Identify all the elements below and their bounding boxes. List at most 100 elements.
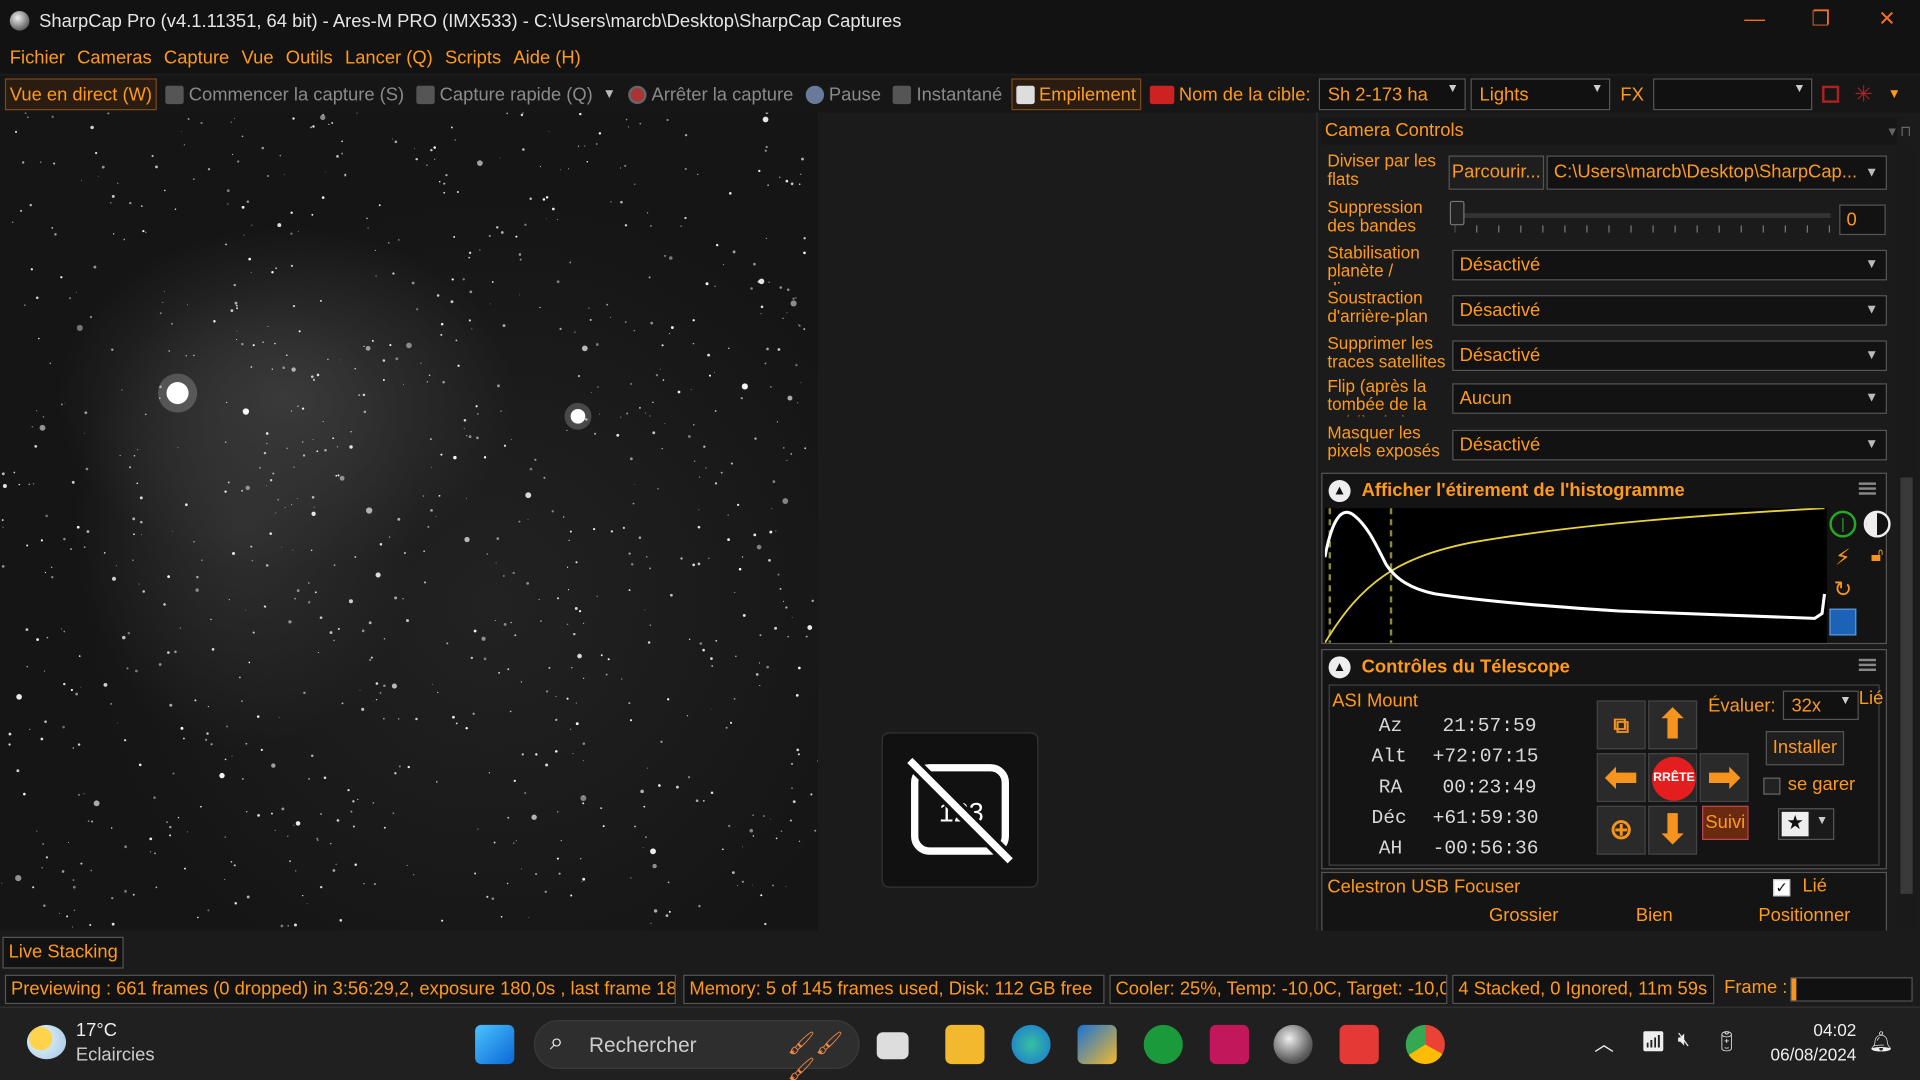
stabilisation-select[interactable]: Désactivé ▼ (1452, 249, 1887, 281)
battery-icon[interactable]: 🔋︎ (1714, 1030, 1739, 1054)
menu-outils[interactable]: Outils (286, 47, 333, 68)
toolbar-overflow-icon[interactable]: ▼ (1888, 87, 1901, 102)
target-name-select[interactable]: Sh 2-173 ha ▼ (1319, 78, 1467, 111)
arrow-up-button[interactable]: ⬆ (1648, 700, 1698, 750)
stacking-button[interactable]: Empilement (1010, 78, 1141, 111)
app-icon[interactable] (1209, 1024, 1249, 1065)
collapse-chevron-icon[interactable]: ▲ (1328, 480, 1351, 503)
alt-label: Alt (1371, 745, 1407, 768)
search-placeholder: Rechercher (588, 1033, 697, 1057)
banding-value-input[interactable]: 0 (1839, 204, 1886, 236)
windows-start-icon[interactable] (475, 1024, 515, 1065)
save-icon[interactable] (1829, 608, 1857, 636)
chevron-down-icon[interactable]: ▼ (603, 87, 616, 102)
panel-scrollbar[interactable] (1897, 146, 1916, 929)
quick-capture-button[interactable]: Capture rapide (Q) ▼ (413, 78, 620, 110)
flip-select[interactable]: Aucun ▼ (1452, 383, 1887, 414)
chevron-up-icon[interactable]: ︿ (1594, 1027, 1614, 1056)
snapshot-button[interactable]: Instantané (890, 78, 1006, 110)
weather-icon[interactable] (26, 1024, 67, 1060)
maximize-button[interactable]: ❐ (1788, 0, 1854, 42)
live-view-button[interactable]: Vue en direct (W) (4, 78, 157, 111)
store-icon[interactable] (1077, 1024, 1117, 1065)
slider-ticks (1454, 225, 1831, 233)
notification-bell-icon[interactable]: 🔔︎ (1869, 1030, 1894, 1054)
browse-button[interactable]: Parcourir... (1448, 155, 1545, 190)
arrow-left-button[interactable]: ⬅ (1596, 753, 1646, 803)
arrow-right-button[interactable]: ➡ (1699, 753, 1749, 803)
phd-icon[interactable] (1143, 1024, 1183, 1065)
fx-select[interactable]: ▼ (1653, 78, 1813, 111)
minimize-button[interactable]: — (1722, 0, 1788, 42)
status-stacked: 4 Stacked, 0 Ignored, 11m 59s (1452, 974, 1715, 1005)
collapse-chevron-icon[interactable]: ▲ (1328, 656, 1351, 679)
install-button[interactable]: Installer (1765, 731, 1845, 766)
rate-select[interactable]: 32x ▼ (1782, 690, 1859, 721)
clock-date[interactable]: 06/08/2024 (1751, 1044, 1857, 1064)
track-button[interactable]: Suivi (1702, 805, 1749, 841)
banding-slider-handle[interactable] (1449, 200, 1465, 226)
live-stacking-tab[interactable]: Live Stacking (2, 936, 124, 969)
frame-type-select[interactable]: Lights ▼ (1470, 78, 1611, 111)
pause-button[interactable]: Pause (802, 78, 885, 110)
mask-select[interactable]: Désactivé ▼ (1452, 429, 1887, 461)
wifi-icon[interactable]: 📶︎ (1641, 1030, 1666, 1054)
flats-path-select[interactable]: C:\Users\marcb\Desktop\SharpCap... ▼ (1546, 155, 1887, 190)
camera-controls-panel: Camera Controls ▾ ⊓ Diviser par les flats… (1316, 112, 1920, 931)
sharpcap-logo-icon (9, 11, 30, 31)
power-icon[interactable]: | (1829, 510, 1857, 538)
menu-icon[interactable] (1858, 482, 1876, 495)
lightning-icon[interactable]: ⚡ (1829, 545, 1856, 572)
anydesk-icon[interactable] (1339, 1024, 1379, 1065)
histogram-graph[interactable] (1324, 508, 1827, 643)
reset-icon[interactable]: ↻ (1829, 577, 1856, 604)
chevron-down-icon: ▼ (1839, 694, 1852, 708)
contrast-icon[interactable] (1863, 510, 1891, 538)
satellite-select[interactable]: Désactivé ▼ (1452, 340, 1887, 372)
menu-scripts[interactable]: Scripts (445, 47, 501, 68)
banding-label: Suppression des bandes (1327, 198, 1423, 236)
edge-icon[interactable] (1011, 1024, 1051, 1065)
menu-cameras[interactable]: Cameras (77, 47, 152, 68)
camera-preview-image[interactable] (0, 112, 818, 931)
speaker-muted-icon[interactable]: 🔇︎ (1678, 1030, 1690, 1052)
menu-lancer[interactable]: Lancer (Q) (345, 47, 433, 68)
no-display-overlay: 123 (881, 732, 1039, 888)
clock-time[interactable]: 04:02 (1763, 1020, 1856, 1040)
file-explorer-icon[interactable] (945, 1024, 985, 1065)
menu-aide[interactable]: Aide (H) (513, 47, 580, 68)
chevron-down-icon: ▼ (1446, 82, 1459, 96)
star-field-graphic (1, 112, 818, 928)
menu-icon[interactable] (1858, 658, 1876, 672)
banding-slider[interactable] (1457, 213, 1831, 218)
reticle-box-icon[interactable] (1822, 85, 1840, 103)
crosshair-icon[interactable]: ✳ (1854, 81, 1872, 107)
mount-box: ASI Mount ✓ Lié Az 21:57:59 Alt +72:07:1… (1328, 684, 1883, 866)
chrome-icon[interactable] (1405, 1024, 1445, 1065)
favorite-select[interactable]: ★ ▼ (1777, 808, 1835, 841)
mount-name: ASI Mount (1332, 690, 1419, 712)
sharpcap-taskbar-icon[interactable] (1273, 1024, 1313, 1065)
sync-icon[interactable]: ⧉ (1596, 700, 1646, 750)
pin-icon[interactable]: ▾ ⊓ (1889, 118, 1912, 145)
task-view-icon[interactable] (876, 1032, 909, 1060)
menu-vue[interactable]: Vue (242, 47, 274, 68)
arrow-down-button[interactable]: ⬇ (1648, 805, 1698, 855)
start-capture-button[interactable]: Commencer la capture (S) (162, 78, 408, 110)
mask-row: Masquer les pixels exposés Désactivé ▼ (1327, 424, 1890, 466)
focuser-linked-checkbox[interactable]: ✓ (1773, 879, 1791, 897)
background-select[interactable]: Désactivé ▼ (1452, 295, 1887, 326)
park-checkbox[interactable] (1763, 777, 1781, 795)
weather-temp[interactable]: 17°C (76, 1020, 117, 1041)
stop-capture-button[interactable]: Arrêter la capture (625, 78, 798, 110)
menu-capture[interactable]: Capture (164, 47, 229, 68)
stop-button[interactable]: RRÊTE (1648, 753, 1698, 803)
lock-icon[interactable]: 🔓︎ (1864, 545, 1891, 572)
search-box[interactable]: ⌕ Rechercher 🖌🖌🖌 (533, 1020, 860, 1080)
close-button[interactable]: ✕ (1854, 0, 1920, 42)
menu-fichier[interactable]: Fichier (10, 47, 65, 68)
weather-text[interactable]: Eclaircies (76, 1044, 155, 1065)
focuser-linked-label: Lié (1802, 875, 1827, 897)
scrollbar-thumb[interactable] (1900, 477, 1913, 894)
target-crosshair-icon[interactable]: ⊕ (1596, 805, 1646, 855)
